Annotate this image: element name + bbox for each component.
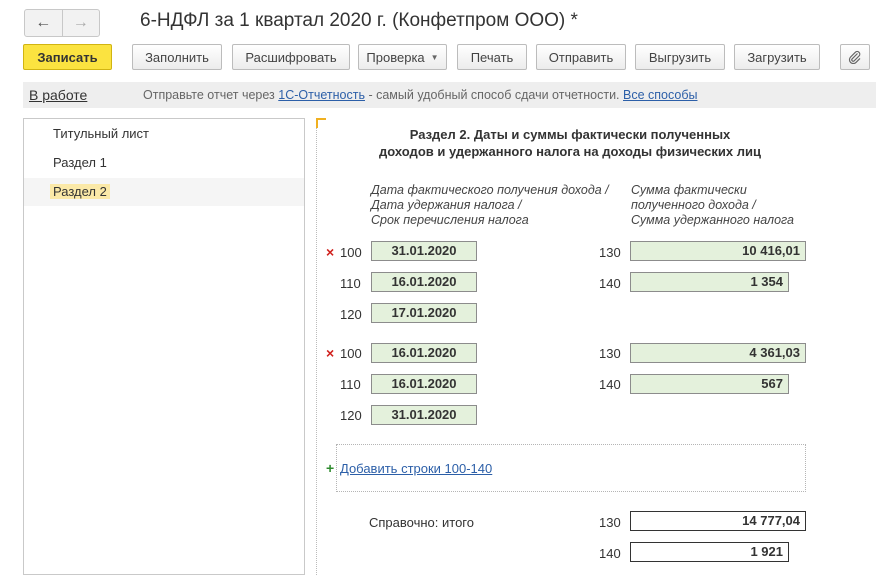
section-title: Раздел 2. Даты и суммы фактически получе… — [379, 127, 761, 159]
transfer-deadline-field[interactable]: 17.01.2020 — [371, 303, 477, 323]
status-link[interactable]: В работе — [29, 87, 87, 103]
dates-column-header: Дата фактического получения дохода / Дат… — [371, 183, 609, 227]
sums-column-header: Сумма фактически полученного дохода / Су… — [631, 183, 795, 227]
info-suffix: - самый удобный способ сдачи отчетности. — [368, 88, 620, 102]
export-button[interactable]: Выгрузить — [635, 44, 725, 70]
info-message: Отправьте отчет через 1С-Отчетность - са… — [143, 88, 698, 102]
withholding-date-field[interactable]: 16.01.2020 — [371, 374, 477, 394]
plus-icon[interactable]: + — [326, 460, 334, 476]
totals-label: Справочно: итого — [369, 515, 474, 530]
income-date-field[interactable]: 31.01.2020 — [371, 241, 477, 261]
form-left-border — [316, 118, 318, 575]
row-code: 110 — [340, 276, 361, 291]
row-code: 100 — [340, 346, 362, 361]
all-methods-link[interactable]: Все способы — [623, 88, 697, 102]
delete-block-icon[interactable]: × — [326, 244, 334, 260]
row-code: 130 — [599, 346, 621, 361]
decode-button[interactable]: Расшифровать — [232, 44, 350, 70]
add-rows-link[interactable]: Добавить строки 100-140 — [340, 461, 492, 476]
row-code: 140 — [599, 377, 621, 392]
import-button[interactable]: Загрузить — [734, 44, 820, 70]
save-button[interactable]: Записать — [23, 44, 112, 70]
section-list: Титульный лист Раздел 1 Раздел 2 — [23, 118, 305, 575]
history-nav: ← → — [24, 9, 100, 37]
withheld-tax-field[interactable]: 567 — [630, 374, 789, 394]
section-item-section-2[interactable]: Раздел 2 — [24, 178, 304, 206]
form-corner-mark — [316, 118, 326, 128]
print-button[interactable]: Печать — [457, 44, 527, 70]
delete-block-icon[interactable]: × — [326, 345, 334, 361]
row-code: 120 — [340, 408, 362, 423]
paperclip-icon — [848, 50, 861, 64]
row-code: 120 — [340, 307, 362, 322]
1c-reporting-link[interactable]: 1С-Отчетность — [278, 88, 365, 102]
income-date-field[interactable]: 16.01.2020 — [371, 343, 477, 363]
section-item-title-page[interactable]: Титульный лист — [24, 120, 304, 148]
check-dropdown-button[interactable]: Проверка ▼ — [358, 44, 447, 70]
income-amount-field[interactable]: 4 361,03 — [630, 343, 806, 363]
row-code: 100 — [340, 245, 362, 260]
caret-down-icon: ▼ — [430, 52, 439, 62]
send-button[interactable]: Отправить — [536, 44, 626, 70]
row-code: 130 — [599, 515, 621, 530]
withheld-tax-field[interactable]: 1 354 — [630, 272, 789, 292]
total-tax-field: 1 921 — [630, 542, 789, 562]
withholding-date-field[interactable]: 16.01.2020 — [371, 272, 477, 292]
arrow-right-icon: → — [72, 14, 89, 31]
check-label: Проверка — [366, 49, 425, 65]
income-amount-field[interactable]: 10 416,01 — [630, 241, 806, 261]
fill-button[interactable]: Заполнить — [132, 44, 222, 70]
row-code: 110 — [340, 377, 361, 392]
arrow-left-icon: ← — [35, 14, 52, 31]
window-title: 6-НДФЛ за 1 квартал 2020 г. (Конфетпром … — [140, 10, 578, 31]
total-income-field: 14 777,04 — [630, 511, 806, 531]
info-bar: В работе Отправьте отчет через 1С-Отчетн… — [23, 82, 876, 108]
forward-button[interactable]: → — [61, 10, 100, 36]
back-button[interactable]: ← — [25, 10, 62, 36]
info-prefix: Отправьте отчет через — [143, 88, 275, 102]
transfer-deadline-field[interactable]: 31.01.2020 — [371, 405, 477, 425]
row-code: 140 — [599, 546, 621, 561]
section-item-section-1[interactable]: Раздел 1 — [24, 149, 304, 177]
attach-button[interactable] — [840, 44, 870, 70]
row-code: 130 — [599, 245, 621, 260]
row-code: 140 — [599, 276, 621, 291]
